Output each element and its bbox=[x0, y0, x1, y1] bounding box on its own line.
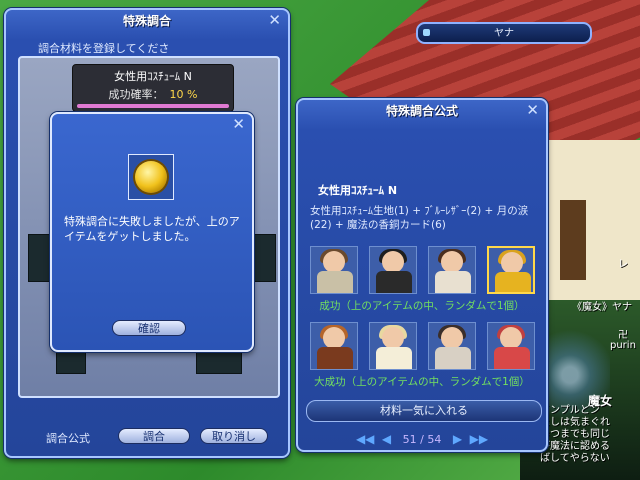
first-page-icon[interactable]: ◀◀ bbox=[356, 432, 374, 446]
obtained-item-slot bbox=[128, 154, 174, 200]
fail-message: 特殊調合に失敗しましたが、上のアイテムをゲットしました。 bbox=[64, 215, 240, 243]
recipe-pager: ◀◀ ◀ 51 / 54 ▶ ▶▶ bbox=[298, 432, 546, 446]
page-current: 51 bbox=[402, 433, 417, 446]
target-item-name: 女性用ｺｽﾁｭｰﾑ N bbox=[114, 70, 192, 83]
chat-line: が魔法に認める bbox=[540, 441, 610, 452]
recipe-name: 女性用ｺｽﾁｭｰﾑ N bbox=[318, 184, 398, 197]
page-indicator: 51 / 54 bbox=[403, 433, 442, 446]
npc-tag: 《魔女》ヤナ bbox=[572, 302, 632, 313]
next-page-icon[interactable]: ▶ bbox=[453, 432, 462, 446]
close-icon[interactable]: ✕ bbox=[268, 13, 281, 28]
material-slot[interactable] bbox=[196, 350, 242, 374]
house-door bbox=[560, 200, 586, 280]
success-label: 成功（上のアイテムの中、ランダムで1個） bbox=[319, 300, 525, 312]
result-costume-card[interactable] bbox=[310, 322, 358, 370]
target-item-box: 女性用ｺｽﾁｭｰﾑ N 成功確率： 10 % bbox=[72, 64, 234, 112]
result-costume-card[interactable] bbox=[487, 322, 535, 370]
success-rate: 成功確率： 10 % bbox=[73, 86, 233, 102]
chat-line: いつまでも同じ bbox=[540, 429, 610, 440]
target-nameplate[interactable]: ヤナ bbox=[416, 22, 592, 44]
success-results bbox=[310, 246, 535, 294]
nameplate-label: ヤナ bbox=[494, 28, 514, 39]
success-rate-label: 成功確率： bbox=[108, 88, 164, 101]
recipe-materials: 女性用ｺｽﾁｭｰﾑ生地(1) + ﾌﾞﾙｰﾚｻﾞｰ(2) + 月の涙(22) +… bbox=[310, 205, 529, 231]
close-icon[interactable]: ✕ bbox=[526, 103, 539, 118]
success-rate-value: 10 % bbox=[169, 88, 198, 101]
material-slot[interactable] bbox=[56, 350, 86, 374]
npc-chat: インプルとン たしは気まぐれ いつまでも同じ が魔法に認める ばしてやらない bbox=[540, 405, 640, 465]
page-total: 54 bbox=[427, 433, 442, 446]
put-all-materials-button[interactable]: 材料一気に入れる bbox=[306, 400, 542, 422]
confirm-button[interactable]: 確認 bbox=[112, 320, 186, 336]
player-name[interactable]: purin bbox=[610, 340, 636, 351]
recipe-window-title: 特殊調合公式 bbox=[385, 104, 458, 118]
combine-button[interactable]: 調合 bbox=[118, 428, 190, 444]
gold-coin-icon bbox=[135, 161, 167, 193]
close-icon[interactable]: ✕ bbox=[232, 117, 245, 132]
page-separator: / bbox=[420, 433, 424, 446]
great-success-results bbox=[310, 322, 535, 370]
chat-line: たしは気まぐれ bbox=[540, 417, 610, 428]
player-tag: 卍 bbox=[618, 330, 628, 341]
status-dot-icon bbox=[423, 29, 430, 36]
cancel-button[interactable]: 取り消し bbox=[200, 428, 268, 444]
last-page-icon[interactable]: ▶▶ bbox=[470, 432, 488, 446]
chat-line: ばしてやらない bbox=[540, 453, 610, 464]
craft-footer-label: 調合公式 bbox=[46, 432, 90, 445]
success-rate-bar bbox=[77, 104, 229, 108]
craft-instruction: 調合材料を登録してくださ bbox=[38, 42, 170, 55]
side-label: レ bbox=[618, 259, 628, 270]
result-costume-card[interactable] bbox=[428, 246, 476, 294]
prev-page-icon[interactable]: ◀ bbox=[382, 432, 391, 446]
craft-window-title: 特殊調合 bbox=[122, 14, 171, 28]
house-wall bbox=[540, 140, 640, 310]
result-costume-card[interactable] bbox=[487, 246, 535, 294]
fail-dialog: ✕ 特殊調合に失敗しましたが、上のアイテムをゲットしました。 確認 bbox=[50, 112, 254, 352]
result-costume-card[interactable] bbox=[369, 246, 417, 294]
great-success-label: 大成功（上のアイテムの中、ランダムで1個） bbox=[314, 376, 530, 388]
recipe-window: 特殊調合公式 ✕ 女性用ｺｽﾁｭｰﾑ N 女性用ｺｽﾁｭｰﾑ生地(1) + ﾌﾞ… bbox=[296, 98, 548, 452]
result-costume-card[interactable] bbox=[310, 246, 358, 294]
result-costume-card[interactable] bbox=[369, 322, 417, 370]
chat-line: インプルとン bbox=[540, 405, 600, 416]
result-costume-card[interactable] bbox=[428, 322, 476, 370]
